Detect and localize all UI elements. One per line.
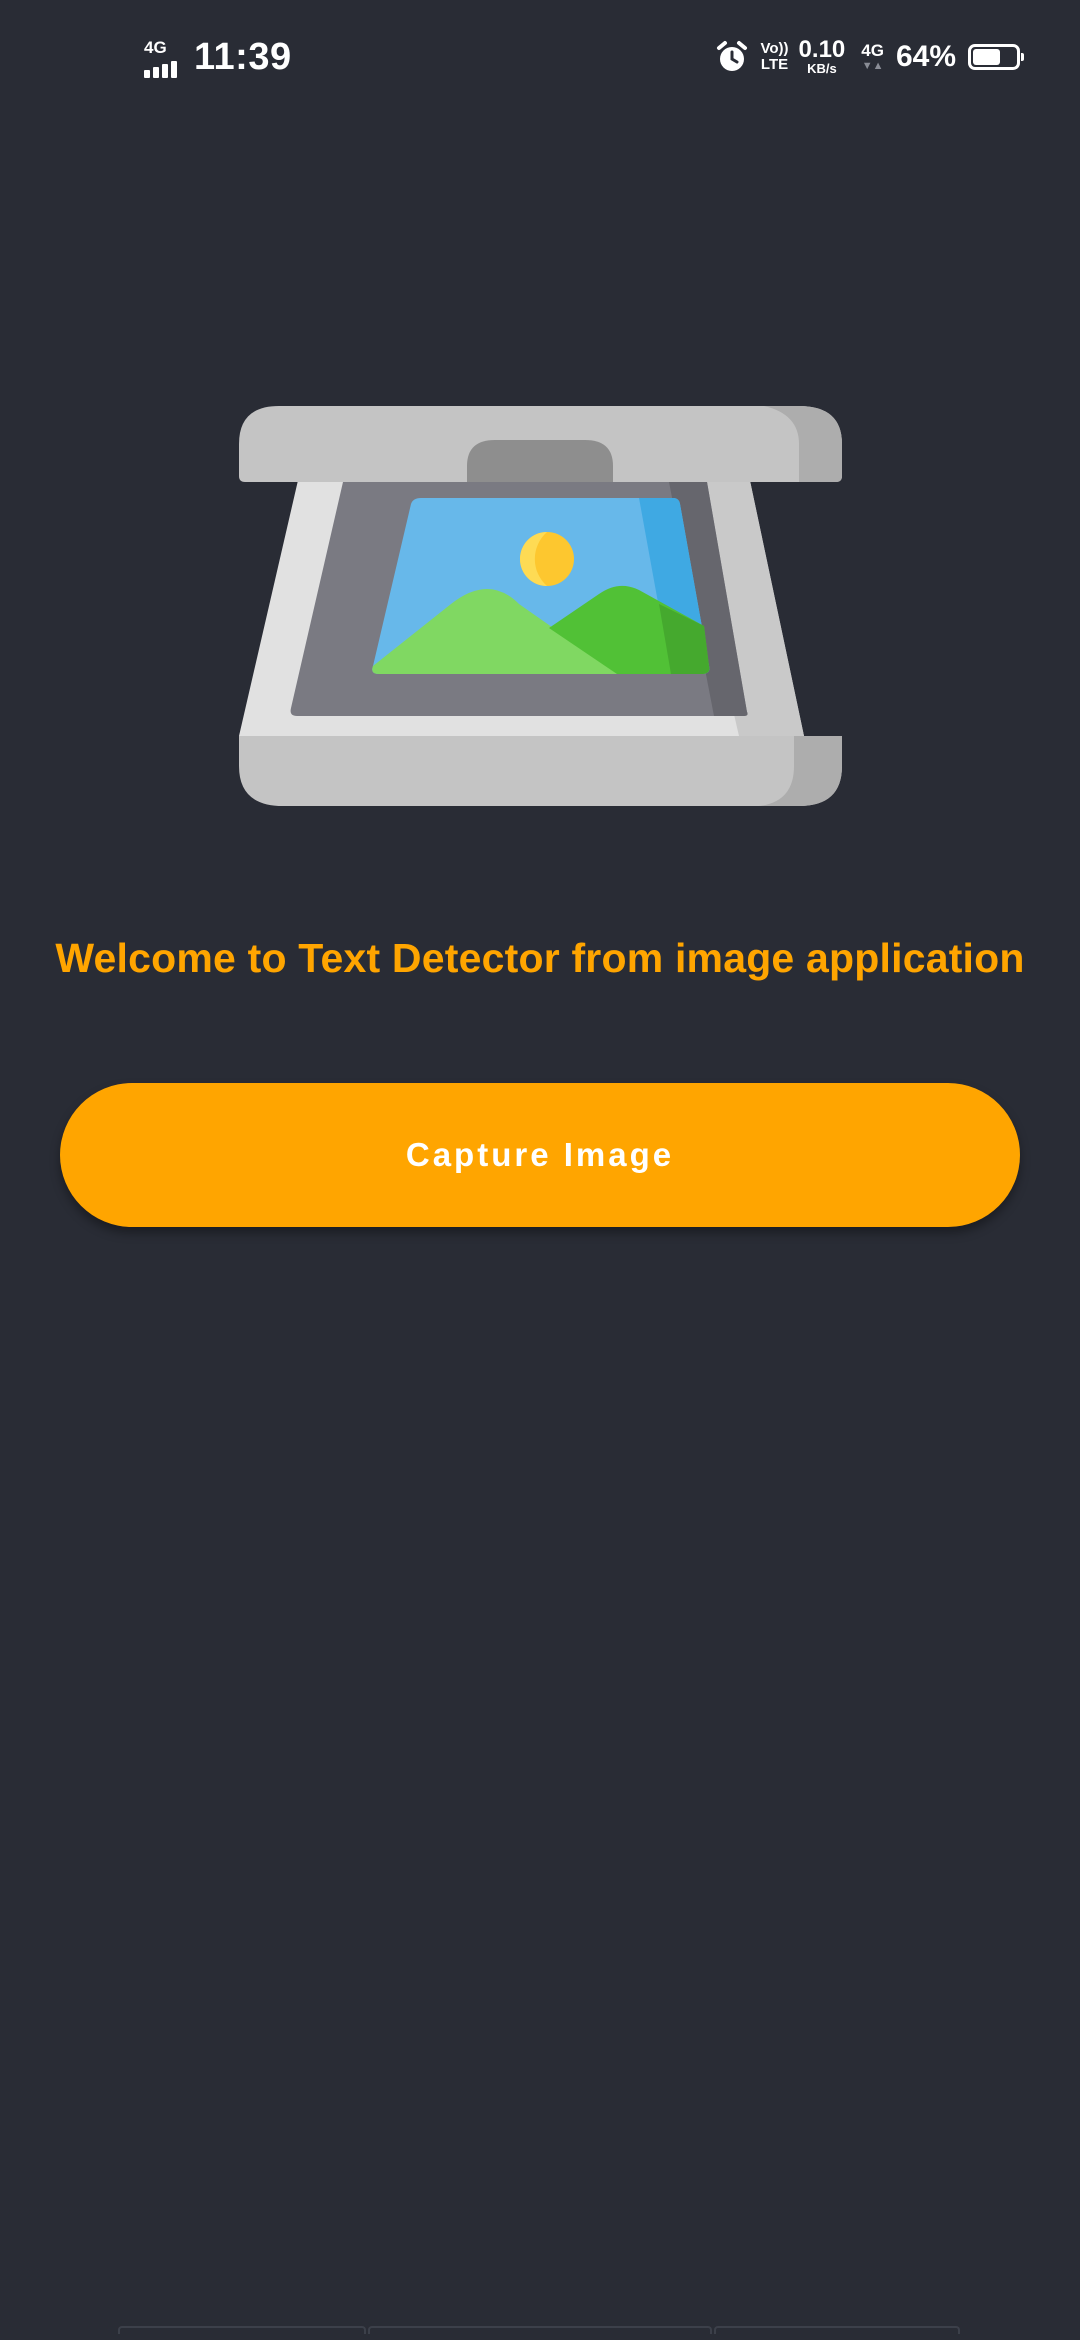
alarm-icon (716, 41, 747, 71)
status-bar: 4G 11:39 Vo)) LTE 0.10 KB/s 4G ▼▲ 64% (0, 0, 1080, 120)
volte-indicator: Vo)) LTE (760, 40, 789, 73)
battery-fill (973, 49, 1000, 65)
battery-percent: 64% (895, 40, 956, 73)
scanner-icon (239, 406, 842, 806)
status-left: 4G 11:39 (142, 36, 292, 79)
network-speed: 0.10 KB/s (798, 36, 846, 76)
status-time: 11:39 (194, 36, 292, 78)
welcome-text: Welcome to Text Detector from image appl… (55, 935, 1025, 981)
battery-icon (968, 44, 1024, 70)
status-right: Vo)) LTE 0.10 KB/s 4G ▼▲ 64% (715, 36, 1024, 76)
network-type-right: 4G ▼▲ (861, 41, 884, 73)
signal-icon: 4G (142, 38, 182, 78)
capture-image-button[interactable]: Capture Image (60, 1083, 1020, 1227)
network-type-left: 4G (144, 37, 167, 57)
data-arrows-icon: ▼▲ (861, 60, 884, 72)
bottom-nav-bar (0, 2326, 1080, 2340)
